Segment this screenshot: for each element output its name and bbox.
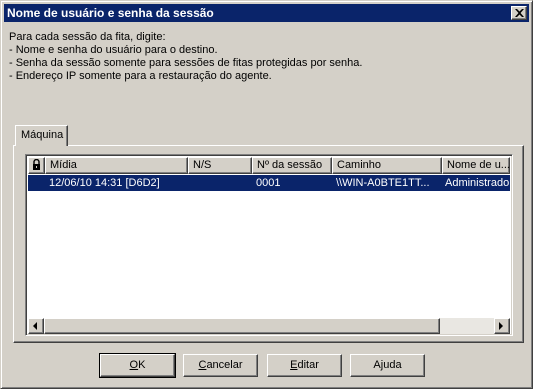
instruction-line: Para cada sessão da fita, digite: [9, 31, 166, 43]
instruction-line: - Nome e senha do usuário para o destino… [9, 44, 218, 56]
scroll-thumb[interactable] [44, 318, 440, 334]
column-header-caminho[interactable]: Caminho [332, 157, 442, 174]
cell-usuario: Administrador [445, 177, 511, 189]
help-label-pre: A [373, 359, 381, 371]
close-icon [515, 9, 524, 17]
scroll-left-button[interactable] [28, 318, 44, 334]
ok-button[interactable]: OK [99, 353, 176, 378]
ok-label-rest: K [138, 359, 146, 371]
horizontal-scrollbar[interactable] [28, 318, 510, 334]
instruction-line: - Endereço IP somente para a restauração… [9, 70, 272, 82]
column-header-sessao[interactable]: Nº da sessão [252, 157, 332, 174]
table-row[interactable]: 12/06/10 14:31 [D6D2] 0001 \\WIN-A0BTE1T… [28, 175, 511, 191]
sessions-list[interactable]: Mídia N/S Nº da sessão Caminho Nome de u… [25, 154, 513, 336]
cancel-button[interactable]: Cancelar [183, 354, 258, 377]
help-label-rest: uda [383, 359, 402, 371]
instruction-line: - Senha da sessão somente para sessões d… [9, 57, 363, 69]
column-header-ns[interactable]: N/S [188, 157, 252, 174]
list-header: Mídia N/S Nº da sessão Caminho Nome de u… [28, 157, 510, 174]
lock-icon [33, 158, 40, 170]
cell-sessao: 0001 [256, 177, 281, 189]
scroll-right-button[interactable] [494, 318, 510, 334]
column-header-lock[interactable] [28, 157, 45, 174]
title-bar: Nome de usuário e senha da sessão [4, 4, 529, 22]
cell-caminho: \\WIN-A0BTE1TT... [336, 177, 430, 189]
help-button[interactable]: Ajuda [350, 354, 425, 377]
tab-maquina[interactable]: Máquina [15, 125, 68, 146]
close-button[interactable] [511, 6, 527, 20]
tab-label: Máquina [21, 129, 64, 141]
edit-button[interactable]: Editar [267, 354, 342, 377]
edit-label-rest: ditar [297, 359, 319, 371]
column-header-usuario[interactable]: Nome de u... [442, 157, 510, 174]
ok-accel: O [129, 359, 139, 371]
window-title: Nome de usuário e senha da sessão [7, 6, 214, 20]
arrow-left-icon [33, 322, 37, 330]
dialog-window: Nome de usuário e senha da sessão Para c… [0, 0, 533, 389]
column-header-midia[interactable]: Mídia [45, 157, 188, 174]
cancel-label-rest: ancelar [206, 359, 243, 371]
arrow-right-icon [499, 322, 503, 330]
instructions-text: Para cada sessão da fita, digite: - Nome… [9, 31, 362, 83]
cell-midia: 12/06/10 14:31 [D6D2] [49, 177, 160, 189]
